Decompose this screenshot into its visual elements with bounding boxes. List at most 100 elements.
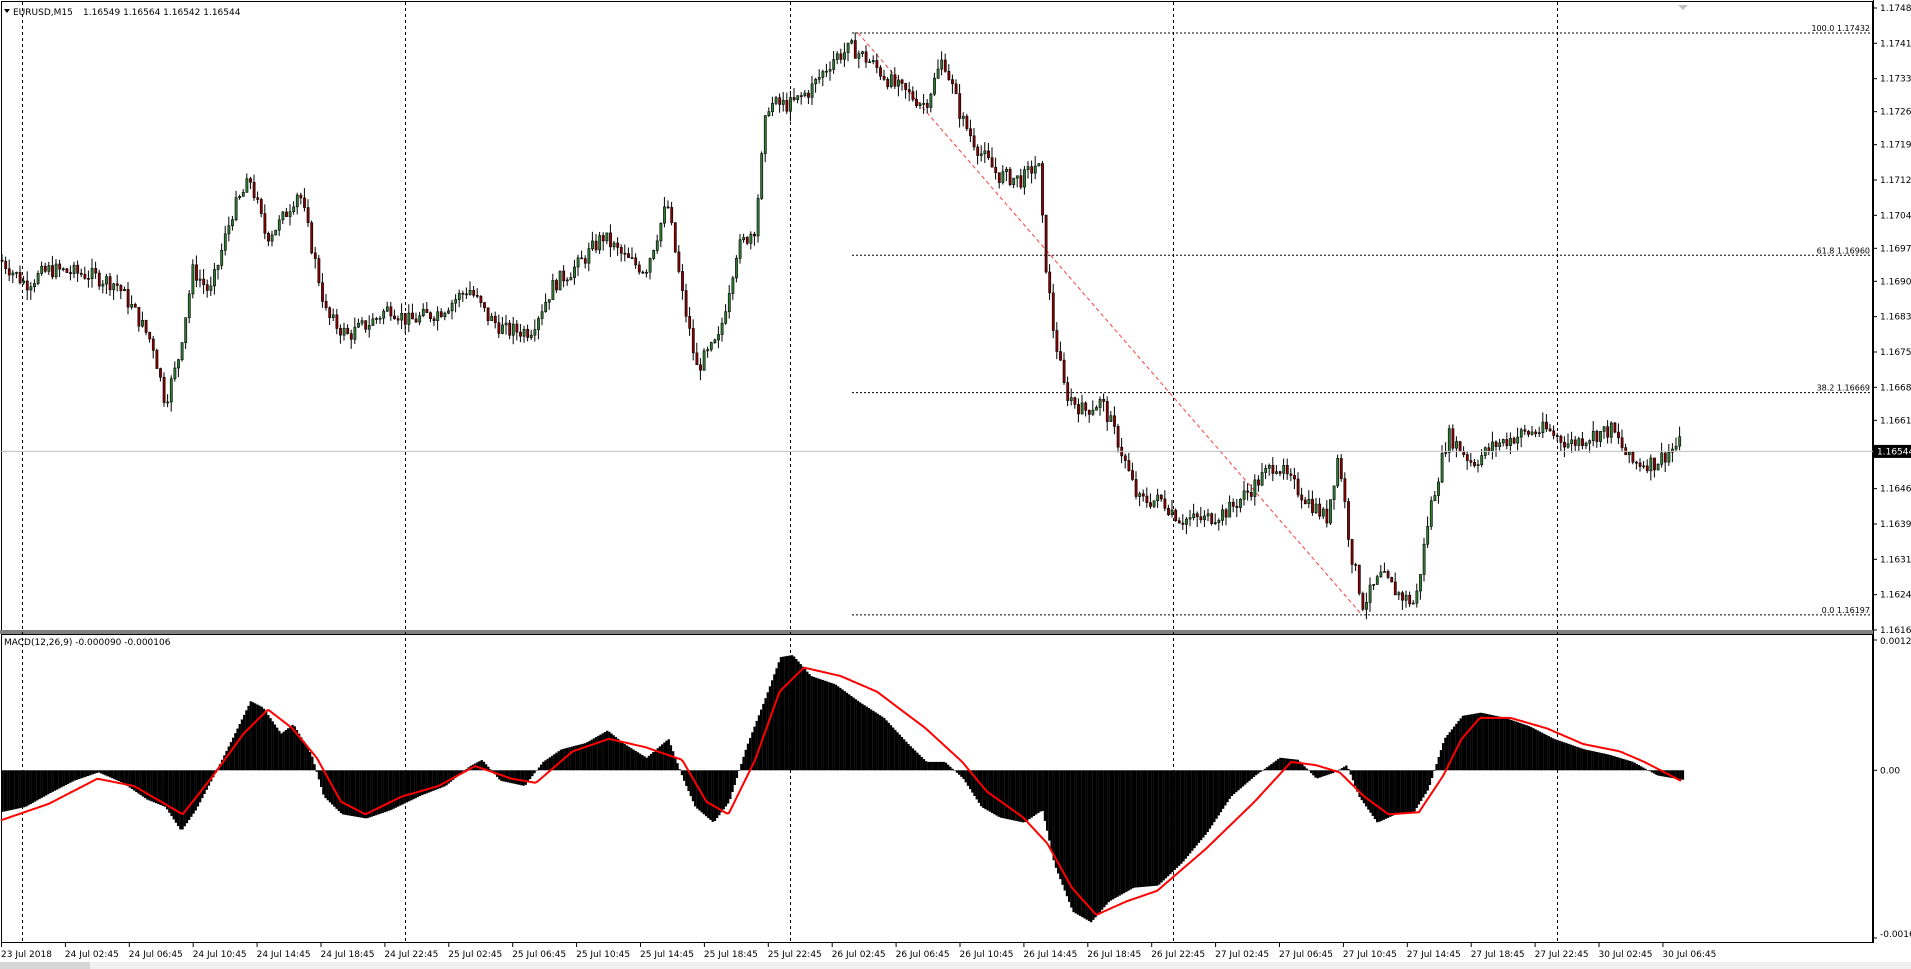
candle-body <box>807 92 810 98</box>
candle-body <box>1257 479 1260 486</box>
macd-bar <box>927 761 930 771</box>
candle-body <box>925 103 929 108</box>
macd-bar <box>1206 770 1209 833</box>
macd-bar <box>1255 770 1258 776</box>
macd-bar <box>636 752 640 771</box>
macd-bar <box>97 770 101 773</box>
macd-bar <box>1252 770 1256 778</box>
macd-bar <box>1272 762 1275 771</box>
macd-bar <box>313 764 316 771</box>
candle-body <box>1221 509 1224 521</box>
macd-bar <box>1483 713 1487 771</box>
macd-bar <box>1208 770 1212 829</box>
macd-bar <box>1257 770 1260 774</box>
macd-bar <box>1048 770 1051 841</box>
time-label: 24 Jul 14:45 <box>257 950 311 960</box>
candle-body <box>490 315 494 321</box>
candle-body <box>1231 501 1235 507</box>
macd-bar <box>540 764 543 771</box>
candle-body <box>115 283 119 286</box>
macd-bar <box>680 770 684 776</box>
macd-bar <box>1006 770 1009 820</box>
macd-bar <box>1651 770 1654 773</box>
scrollbar-thumb[interactable] <box>0 962 90 969</box>
macd-bar <box>966 770 970 786</box>
candle-body <box>1440 453 1444 483</box>
macd-bar <box>161 770 164 806</box>
macd-bar <box>1041 770 1044 812</box>
candle-body <box>378 317 382 320</box>
macd-axis-label: 0.00 <box>1880 766 1900 776</box>
macd-bar <box>1525 725 1528 771</box>
macd-bar <box>1635 763 1638 771</box>
candle-body <box>1141 493 1145 497</box>
candle-body <box>407 312 411 325</box>
macd-bar <box>964 770 967 783</box>
candle-body <box>101 283 105 287</box>
candle-body <box>1555 435 1559 437</box>
trading-chart[interactable]: 100.0 1.17432 61.8 1.16960 38.2 1.16669 0.0… <box>0 0 1911 969</box>
macd-bar <box>1325 770 1328 776</box>
candle-body <box>285 211 288 217</box>
candle-body <box>328 307 332 319</box>
macd-bar <box>1395 770 1399 815</box>
macd-bar <box>1354 770 1357 786</box>
candle-body <box>216 265 220 270</box>
candle-body <box>357 322 360 328</box>
candle-body <box>990 157 994 168</box>
macd-bar <box>788 655 791 771</box>
candle-body <box>126 289 130 308</box>
macd-bar <box>1371 770 1374 816</box>
panel-separator[interactable] <box>0 630 1873 634</box>
macd-bar <box>1437 757 1440 771</box>
time-label: 25 Jul 02:45 <box>448 950 502 960</box>
candle-body <box>1019 175 1023 188</box>
macd-bar <box>1543 733 1546 771</box>
candle-body <box>1203 515 1206 521</box>
macd-bar <box>1158 770 1161 885</box>
fib-level-label: 61.8 1.16960 <box>1817 246 1870 255</box>
candle-body <box>65 268 69 273</box>
macd-bar <box>1367 770 1370 810</box>
candle-body <box>605 232 609 242</box>
macd-bar <box>1411 770 1414 813</box>
candle-body <box>313 252 317 259</box>
candle-body <box>616 242 620 248</box>
macd-bar <box>597 735 600 771</box>
candle-body <box>439 311 443 318</box>
candle-body <box>774 97 778 104</box>
macd-bar <box>707 770 710 819</box>
macd-bar <box>1160 770 1163 883</box>
candle-body <box>295 194 299 208</box>
candle-body <box>1206 513 1210 517</box>
macd-bar <box>625 745 629 771</box>
candle-body <box>497 322 501 334</box>
macd-bar <box>1096 770 1099 915</box>
macd-bar <box>1268 765 1271 771</box>
macd-bar <box>672 751 675 771</box>
macd-bar <box>1292 759 1295 771</box>
macd-bar <box>1494 715 1498 771</box>
macd-bar <box>1277 759 1280 771</box>
candle-body <box>1055 330 1059 352</box>
candle-body <box>1185 518 1188 525</box>
macd-bar <box>192 770 195 814</box>
macd-bar <box>1596 752 1599 771</box>
macd-bar <box>1514 721 1517 771</box>
macd-bar <box>289 726 292 771</box>
macd-bar <box>1120 770 1124 895</box>
horizontal-scrollbar[interactable] <box>0 962 1911 969</box>
macd-bar <box>1266 767 1269 771</box>
macd-bar <box>1640 766 1643 771</box>
candle-body <box>1620 437 1624 448</box>
time-label: 26 Jul 10:45 <box>960 950 1014 960</box>
macd-bar <box>238 724 241 771</box>
macd-bar <box>949 766 952 771</box>
macd-bar <box>1362 770 1366 804</box>
candle-body <box>1235 505 1239 508</box>
candle-body <box>1411 602 1415 605</box>
candle-body <box>832 59 836 70</box>
macd-bar <box>1431 770 1434 779</box>
candle-body <box>1422 543 1426 575</box>
candle-body <box>641 271 645 274</box>
